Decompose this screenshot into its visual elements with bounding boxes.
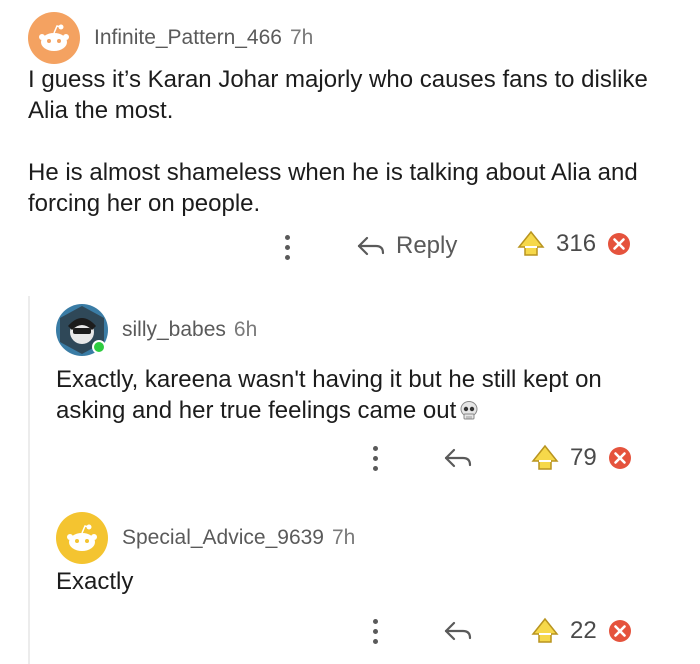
snoo-icon — [39, 24, 69, 51]
reply-arrow-icon — [444, 448, 472, 468]
upvote-icon[interactable] — [530, 616, 560, 646]
comment-header: Special_Advice_9639 7h — [56, 512, 355, 564]
more-options-icon[interactable] — [371, 446, 379, 474]
more-options-icon[interactable] — [283, 235, 291, 263]
comment-header: silly_babes 6h — [56, 304, 257, 356]
snoo-icon — [67, 524, 97, 551]
vote-controls: 79 — [530, 443, 633, 473]
comment-body: I guess it’s Karan Johar majorly who cau… — [28, 64, 648, 219]
comment-text: Exactly, kareena wasn't having it but he… — [56, 366, 602, 424]
vote-score: 79 — [570, 444, 597, 471]
paragraph: I guess it’s Karan Johar majorly who cau… — [28, 66, 648, 124]
username[interactable]: silly_babes — [122, 318, 226, 342]
timestamp: 7h — [331, 526, 356, 549]
downvote-icon[interactable] — [607, 445, 633, 471]
more-options-icon[interactable] — [371, 619, 379, 647]
reply-button[interactable] — [443, 447, 473, 469]
comment-body: Exactly, kareena wasn't having it but he… — [56, 364, 656, 430]
reply-arrow-icon — [444, 621, 472, 641]
comment-body: Exactly — [56, 566, 656, 597]
timestamp: 7h — [289, 26, 314, 49]
comment-header: Infinite_Pattern_466 7h — [28, 12, 313, 64]
avatar[interactable] — [28, 12, 80, 64]
reply-button[interactable] — [443, 620, 473, 642]
upvote-icon[interactable] — [516, 229, 546, 259]
reply-label: Reply — [396, 232, 458, 259]
timestamp: 6h — [233, 318, 258, 341]
reply-arrow-icon — [357, 236, 385, 256]
username[interactable]: Infinite_Pattern_466 — [94, 26, 282, 50]
thread-line[interactable] — [28, 296, 30, 664]
avatar[interactable] — [56, 304, 108, 356]
skull-emoji-icon — [458, 399, 480, 430]
vote-controls: 22 — [530, 616, 633, 646]
avatar[interactable] — [56, 512, 108, 564]
vote-controls: 316 — [516, 229, 632, 259]
online-status-icon — [92, 340, 106, 354]
username[interactable]: Special_Advice_9639 — [122, 526, 324, 550]
vote-score: 22 — [570, 617, 597, 644]
reply-button[interactable]: Reply — [356, 232, 457, 260]
downvote-icon[interactable] — [607, 618, 633, 644]
vote-score: 316 — [556, 230, 597, 257]
comment-text: Exactly — [56, 568, 134, 595]
upvote-icon[interactable] — [530, 443, 560, 473]
paragraph: He is almost shameless when he is talkin… — [28, 159, 638, 217]
downvote-icon[interactable] — [606, 231, 632, 257]
